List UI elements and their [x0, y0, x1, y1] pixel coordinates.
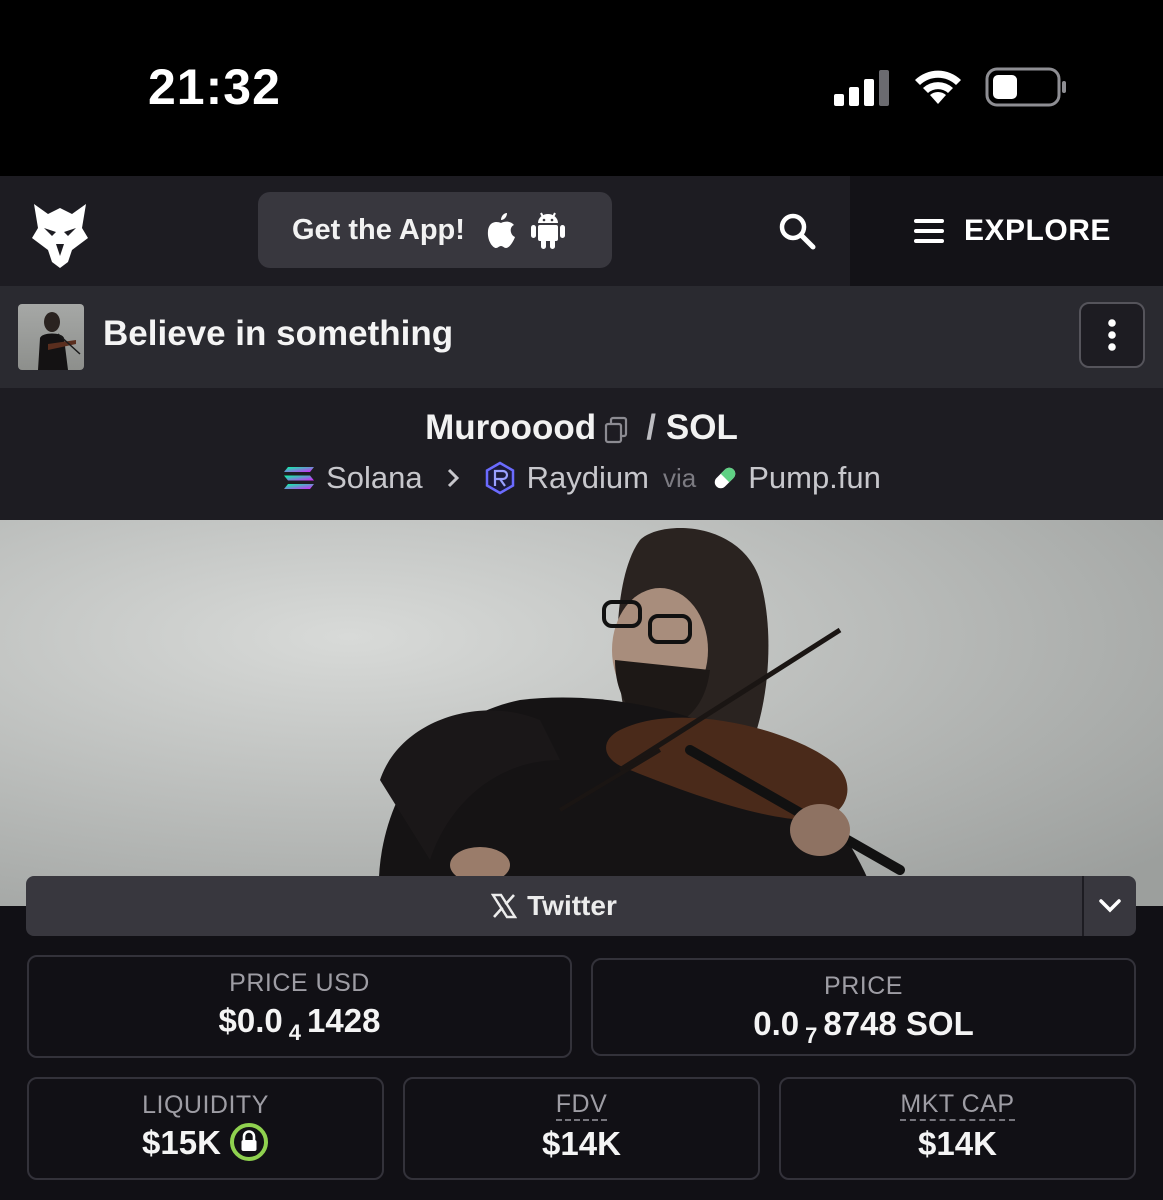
- liquidity-value: $15K: [142, 1124, 221, 1161]
- pair-separator: /: [646, 408, 656, 447]
- chain-breadcrumb: Solana Raydium via Pump.fun: [0, 460, 1163, 496]
- wifi-icon: [915, 70, 961, 104]
- mkt-cap-value: $14K: [918, 1125, 997, 1162]
- price-usd-value: $0.0 4 1428: [29, 1002, 570, 1045]
- token-header: Believe in something: [0, 286, 1163, 388]
- price-sol-prefix: 0.0: [753, 1005, 800, 1042]
- hamburger-menu-icon: [914, 219, 944, 243]
- socials-expand-button[interactable]: [1082, 876, 1136, 936]
- explore-button[interactable]: EXPLORE: [850, 176, 1163, 286]
- token-name: Believe in something: [103, 314, 454, 353]
- pair-header: Murooood /SOL Solana Raydium via Pump.f: [0, 388, 1163, 520]
- price-sol-card: PRICE 0.0 7 8748 SOL: [591, 958, 1136, 1056]
- status-bar: 21:32: [0, 0, 1163, 176]
- token-banner-image: [0, 520, 1163, 910]
- fdv-label[interactable]: FDV: [555, 1091, 608, 1121]
- via-label: via: [662, 462, 697, 493]
- fdv-value: $14K: [542, 1125, 621, 1162]
- price-usd-prefix: $0.0: [218, 1002, 283, 1039]
- price-sol-zero-count: 7: [805, 1023, 818, 1048]
- pair-title: Murooood / SOL: [0, 408, 1163, 448]
- chain-name[interactable]: Solana: [326, 460, 423, 496]
- pair-base-symbol: Murooood: [425, 408, 597, 447]
- price-sol-digits: 8748 SOL: [823, 1005, 974, 1042]
- launchpad-name[interactable]: Pump.fun: [748, 460, 881, 496]
- liquidity-label: LIQUIDITY: [142, 1091, 269, 1119]
- copy-icon[interactable]: [604, 416, 628, 444]
- chevron-right-icon: [447, 468, 459, 488]
- chevron-down-icon: [1099, 899, 1121, 913]
- price-usd-zero-count: 4: [288, 1020, 302, 1045]
- x-twitter-icon: [491, 893, 518, 919]
- price-usd-digits: 1428: [307, 1002, 381, 1039]
- search-icon[interactable]: [778, 212, 816, 250]
- twitter-link[interactable]: Twitter: [26, 876, 1082, 936]
- price-usd-card: PRICE USD $0.0 4 1428: [27, 955, 572, 1058]
- explore-label: EXPLORE: [964, 214, 1111, 247]
- mkt-cap-label[interactable]: MKT CAP: [900, 1091, 1015, 1121]
- mkt-cap-card: MKT CAP $14K: [779, 1077, 1136, 1180]
- get-app-button[interactable]: Get the App!: [258, 192, 612, 268]
- top-nav: Get the App! EXPLORE: [0, 176, 1163, 286]
- signal-icon: [834, 70, 889, 106]
- dex-name[interactable]: Raydium: [527, 460, 649, 496]
- battery-icon: [985, 67, 1066, 107]
- status-time: 21:32: [148, 59, 281, 115]
- pair-quote-symbol: SOL: [665, 408, 738, 447]
- fdv-card: FDV $14K: [403, 1077, 760, 1180]
- price-sol-value: 0.0 7 8748 SOL: [593, 1005, 1134, 1048]
- solana-icon: [284, 467, 315, 489]
- token-stats-panel: Twitter PRICE USD $0.0 4 1428 PRICE 0.0 7 87…: [0, 876, 1163, 1200]
- lock-icon[interactable]: [229, 1122, 269, 1162]
- eagle-logo[interactable]: [28, 198, 92, 268]
- get-app-label: Get the App!: [292, 213, 465, 246]
- raydium-icon: [485, 461, 514, 495]
- more-options-button[interactable]: [1079, 302, 1145, 368]
- price-sol-label: PRICE: [824, 972, 903, 1000]
- price-usd-label: PRICE USD: [229, 969, 370, 997]
- liquidity-value-row: $15K: [29, 1122, 382, 1165]
- kebab-menu-icon: [1108, 319, 1116, 351]
- socials-bar: Twitter: [26, 876, 1136, 936]
- pill-icon: [714, 467, 736, 489]
- android-icon[interactable]: [530, 211, 565, 249]
- twitter-label: Twitter: [527, 890, 617, 921]
- liquidity-card: LIQUIDITY $15K: [27, 1077, 384, 1180]
- apple-icon[interactable]: [485, 211, 517, 249]
- token-avatar: [18, 304, 84, 370]
